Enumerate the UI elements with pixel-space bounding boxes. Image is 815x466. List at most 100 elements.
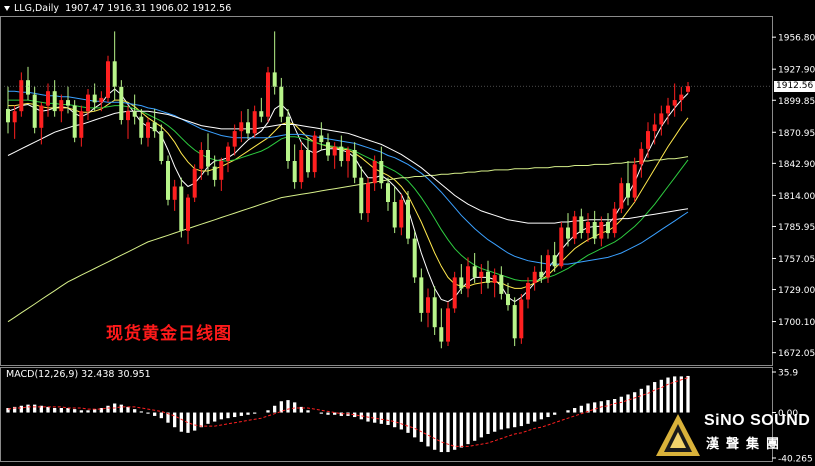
candle-body (266, 72, 270, 117)
candle-body (119, 86, 124, 120)
candle-body (612, 208, 617, 234)
candle-body (326, 142, 330, 156)
candle-body (272, 72, 277, 87)
candle-body (499, 275, 504, 294)
candle-body (459, 277, 464, 289)
candle-body (232, 131, 237, 147)
candle-body (479, 271, 484, 278)
candle-body (226, 146, 230, 161)
candle-body (132, 111, 137, 117)
candle-body (279, 86, 284, 117)
moving-average-line-2 (8, 99, 689, 282)
candle-body (439, 327, 444, 342)
symbol-label: LLG,Daily (14, 3, 60, 14)
candlesticks (6, 31, 690, 349)
candle-body (26, 80, 30, 95)
candle-body (332, 146, 337, 156)
candle-body (526, 282, 530, 300)
overlay-title: 现货黄金日线图 (106, 324, 232, 344)
chart-window: 1956.80 1927.90 1899.85 1870.95 1842.90 1814.… (0, 0, 815, 465)
candle-body (372, 161, 377, 184)
candle-body (339, 146, 344, 161)
price-tick-label: 1785.95 (778, 223, 815, 233)
candle-body (639, 148, 644, 165)
candle-body (192, 168, 197, 198)
candle-body (572, 216, 577, 239)
moving-average-line-1 (8, 99, 689, 289)
candle-body (646, 131, 650, 149)
candle-body (106, 61, 110, 98)
candle-body (319, 135, 324, 143)
candle-body (199, 150, 204, 169)
candle-body (172, 186, 177, 200)
price-tick-label: 1700.10 (778, 318, 815, 328)
candle-body (259, 111, 264, 117)
candle-body (299, 150, 304, 183)
candle-body (679, 94, 684, 101)
candle-body (419, 277, 424, 313)
candle-body (546, 255, 550, 278)
candle-body (406, 199, 410, 239)
candle-body (112, 61, 117, 87)
candle-body (152, 122, 157, 132)
price-tick-label: 1757.05 (778, 255, 815, 265)
candle-body (666, 105, 670, 114)
candle-body (59, 100, 64, 112)
candle-body (619, 183, 624, 209)
candle-body (306, 150, 310, 173)
candle-body (446, 308, 450, 342)
logo-brand-cn: 漢聲集團 (706, 437, 787, 452)
current-price-tag: 1912.56 (774, 80, 815, 92)
price-tick-label: 1842.90 (778, 160, 815, 170)
price-tick-label: 1956.80 (778, 34, 815, 44)
symbol-header[interactable]: LLG,Daily 1907.47 1916.31 1906.02 1912.5… (4, 3, 231, 15)
candle-body (32, 94, 37, 128)
candle-body (399, 199, 404, 228)
candle-body (239, 122, 244, 132)
candle-body (72, 105, 77, 138)
candle-body (672, 100, 677, 106)
candle-body (352, 150, 357, 178)
candle-body (12, 111, 17, 123)
chart-canvas: 1956.80 1927.90 1899.85 1870.95 1842.90 1814.… (0, 16, 815, 465)
candle-body (286, 116, 290, 161)
candle-body (392, 202, 397, 228)
candle-body (212, 166, 217, 180)
candle-body (292, 161, 297, 183)
candle-body (6, 109, 10, 123)
candle-body (39, 105, 44, 128)
logo-emblem-icon (656, 414, 700, 456)
macd-header: MACD(12,26,9) 32.438 30.951 (6, 369, 151, 380)
candle-body (486, 271, 490, 283)
candle-body (146, 122, 150, 138)
price-tick-label: 1870.95 (778, 129, 815, 139)
candle-body (686, 86, 690, 92)
candle-body (426, 297, 430, 313)
candle-body (559, 227, 564, 267)
candle-body (506, 294, 510, 306)
candle-body (46, 91, 50, 106)
company-logo: SiNO SOUND 漢聲集團 (654, 410, 814, 462)
price-tick-label: 1899.85 (778, 97, 815, 107)
candle-body (652, 124, 657, 132)
candle-body (99, 97, 104, 103)
candle-body (606, 222, 610, 234)
candle-body (539, 271, 544, 278)
price-tick-label: 1672.05 (778, 349, 815, 359)
candle-body (246, 122, 250, 134)
candle-body (139, 116, 144, 138)
candle-body (412, 238, 417, 278)
price-tick-label: 1927.90 (778, 66, 815, 76)
moving-average-line-0 (7, 88, 689, 303)
candle-body (452, 277, 457, 309)
candle-body (512, 305, 517, 339)
candle-body (566, 227, 570, 239)
candle-body (346, 150, 350, 162)
candle-body (659, 113, 664, 125)
dropdown-triangle-icon[interactable] (4, 5, 10, 11)
candle-body (432, 297, 437, 328)
candle-body (472, 266, 477, 278)
candle-body (179, 186, 184, 231)
candle-body (366, 183, 370, 214)
candle-body (379, 161, 384, 184)
